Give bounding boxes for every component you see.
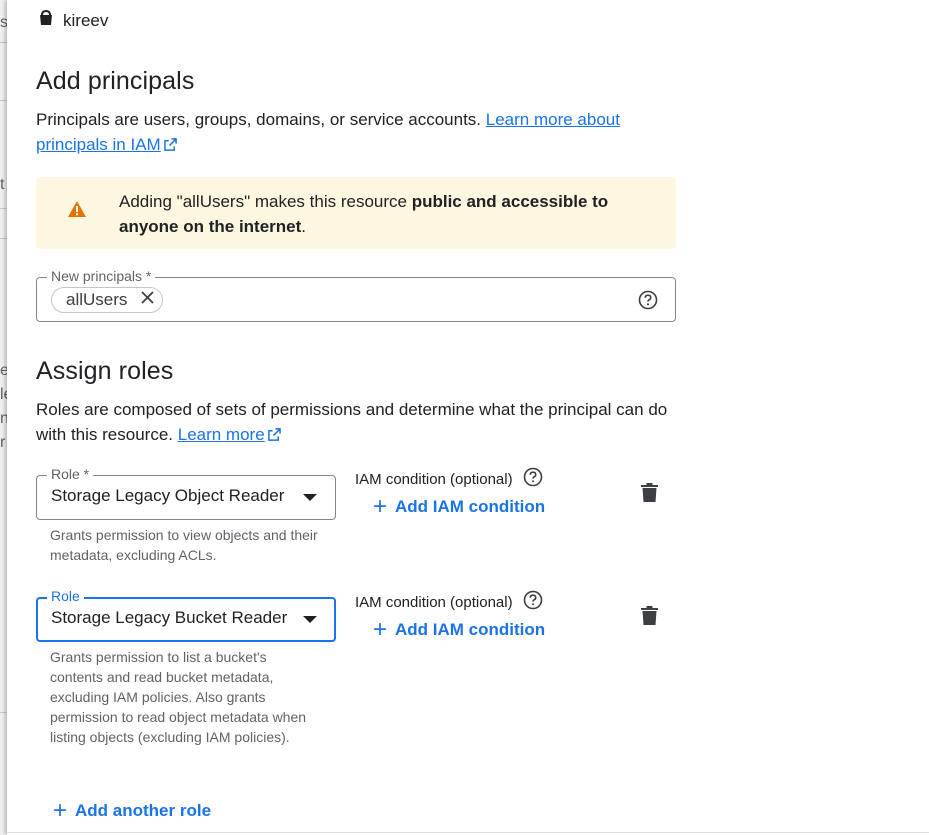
help-icon[interactable] [523,467,543,491]
chip-remove-icon[interactable] [141,291,155,309]
role-label: Role * [47,466,94,482]
bucket-icon [37,9,55,32]
delete-role-icon[interactable] [641,483,658,507]
help-icon[interactable] [638,290,658,315]
open-in-new-icon [163,133,177,158]
role-label: Role [47,588,84,604]
resource-header: kireev [37,9,108,32]
iam-condition-label-1: IAM condition (optional) [355,467,543,491]
add-principals-title: Add principals [36,67,195,95]
plus-icon: + [373,616,388,643]
add-iam-condition-button-2[interactable]: + Add IAM condition [373,616,545,643]
panel-bottom-divider [7,832,929,833]
add-principals-panel: kireev Add principals Principals are use… [7,0,929,835]
role-value: Storage Legacy Bucket Reader [51,608,288,627]
role-description-2: Grants permission to list a bucket's con… [50,649,307,745]
dropdown-arrow-icon [303,494,317,501]
add-iam-condition-button-1[interactable]: + Add IAM condition [373,493,545,520]
learn-more-roles-link[interactable]: Learn more [178,425,281,444]
plus-icon: + [53,797,68,824]
open-in-new-icon [267,423,281,448]
principals-description-text: Principals are users, groups, domains, o… [36,110,482,129]
background-text-fragment: t [0,176,5,193]
role-select-2[interactable]: Role Storage Legacy Bucket Reader [36,588,336,642]
resource-name: kireev [63,10,109,30]
warning-icon [68,201,86,222]
new-principals-label: New principals * [47,268,156,284]
add-another-role-button[interactable]: + Add another role [53,797,211,824]
plus-icon: + [373,493,388,520]
role-description-1: Grants permission to view objects and th… [50,527,318,563]
roles-description-text: Roles are composed of sets of permission… [36,400,668,444]
roles-description: Roles are composed of sets of permission… [36,397,686,448]
role-select-1[interactable]: Role * Storage Legacy Object Reader [36,466,336,520]
new-principals-field[interactable]: New principals * allUsers [36,268,676,322]
assign-roles-title: Assign roles [36,357,174,385]
principal-chip-label: allUsers [66,290,128,309]
role-value: Storage Legacy Object Reader [51,486,285,505]
principals-description: Principals are users, groups, domains, o… [36,107,686,158]
help-icon[interactable] [523,590,543,614]
principal-chip: allUsers [51,287,164,313]
iam-condition-label-2: IAM condition (optional) [355,590,543,614]
background-text-fragment: r [0,434,6,451]
delete-role-icon[interactable] [641,606,658,630]
warning-message: Adding "allUsers" makes this resource pu… [119,192,609,236]
public-access-warning: Adding "allUsers" makes this resource pu… [36,177,676,249]
dropdown-arrow-icon [303,616,317,623]
